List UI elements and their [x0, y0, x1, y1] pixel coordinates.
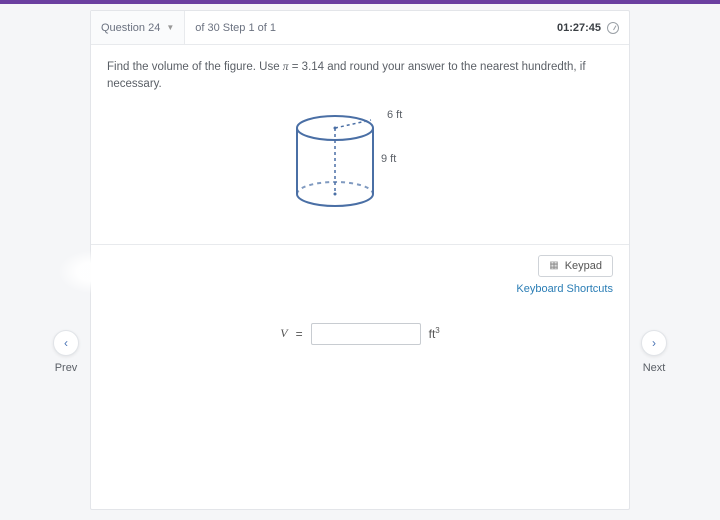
chevron-down-icon: ▼	[166, 23, 174, 32]
answer-row: V = ft3	[91, 301, 629, 385]
next-button[interactable]: ›	[641, 330, 667, 356]
cylinder-figure: 6 ft 9 ft	[91, 102, 629, 244]
pi-value: 3.14	[302, 61, 324, 73]
prompt-pre: Find the volume of the figure. Use	[107, 61, 283, 73]
clock-icon	[607, 22, 619, 34]
prev-label: Prev	[42, 362, 90, 374]
timer-value: 01:27:45	[557, 22, 601, 34]
app-topbar	[0, 0, 720, 4]
next-label: Next	[630, 362, 678, 374]
keypad-label: Keypad	[565, 260, 602, 272]
cylinder-svg: 6 ft 9 ft	[275, 106, 445, 226]
prev-nav: ‹ Prev	[42, 330, 90, 374]
height-label: 9 ft	[381, 153, 396, 165]
keypad-button[interactable]: ▦ Keypad	[538, 255, 613, 277]
question-prompt: Find the volume of the figure. Use π = 3…	[91, 45, 629, 102]
card-header: Question 24 ▼ of 30 Step 1 of 1 01:27:45	[91, 11, 629, 45]
timer: 01:27:45	[557, 22, 629, 34]
step-label: of 30 Step 1 of 1	[185, 22, 286, 34]
prompt-eq: =	[289, 61, 302, 73]
answer-tools: ▦ Keypad Keyboard Shortcuts	[91, 245, 629, 301]
answer-lhs: V	[280, 326, 287, 341]
keypad-icon: ▦	[549, 260, 558, 271]
question-number-label: Question 24	[101, 22, 160, 34]
next-nav: › Next	[630, 330, 678, 374]
radius-label: 6 ft	[387, 109, 402, 121]
question-card: Question 24 ▼ of 30 Step 1 of 1 01:27:45…	[90, 10, 630, 510]
volume-input[interactable]	[311, 323, 421, 345]
question-selector[interactable]: Question 24 ▼	[91, 11, 185, 44]
unit-exp: 3	[435, 326, 439, 335]
keyboard-shortcuts-link[interactable]: Keyboard Shortcuts	[516, 283, 613, 295]
prev-button[interactable]: ‹	[53, 330, 79, 356]
answer-unit: ft3	[429, 326, 440, 341]
answer-equals: =	[296, 327, 303, 341]
